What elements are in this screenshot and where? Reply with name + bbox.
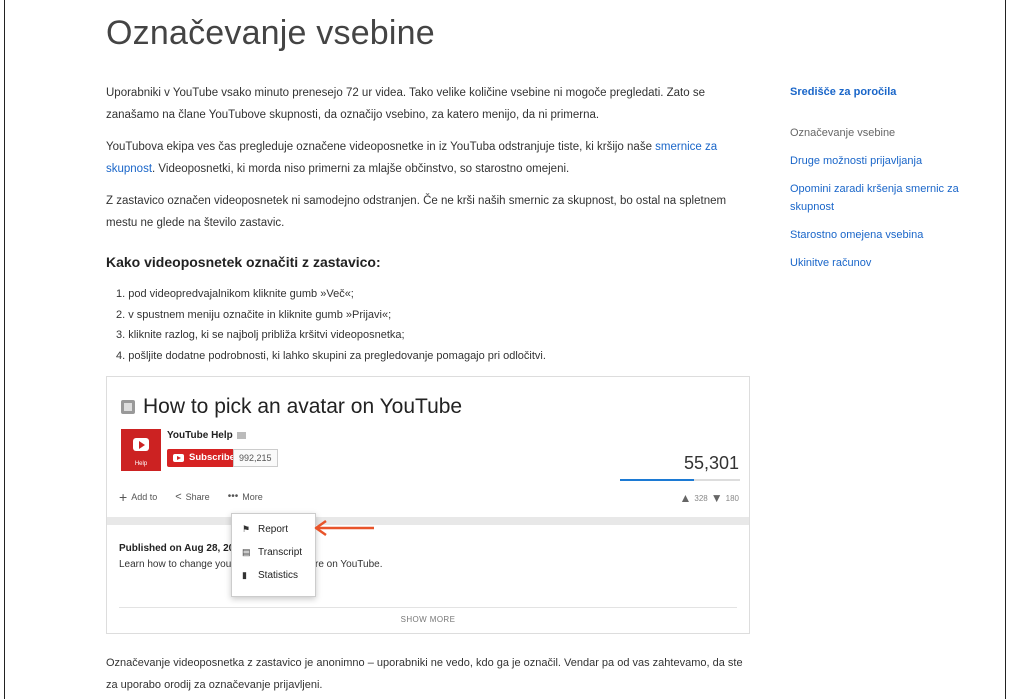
- main-content: Uporabniki v YouTube vsako minuto prenes…: [106, 82, 751, 366]
- section-divider: [107, 517, 749, 525]
- intro-paragraph-3: Z zastavico označen videoposnetek ni sam…: [106, 195, 727, 229]
- published-date: Published on Aug 28, 20: [119, 543, 235, 554]
- views-bar: [620, 479, 740, 481]
- more-dropdown-menu: ⚑ Report ▤ Transcript ▮ Statistics: [231, 513, 316, 597]
- add-to-button[interactable]: + Add to: [119, 489, 158, 505]
- sidebar-heading-reporting-center[interactable]: Središče za poročila: [790, 86, 990, 98]
- sidebar-item-strikes[interactable]: Opomini zaradi kršenja smernic za skupno…: [790, 180, 990, 216]
- intro-p2-text-after: . Videoposnetki, ki morda niso primerni …: [152, 163, 570, 175]
- sidebar-item-other-reporting[interactable]: Druge možnosti prijavljanja: [790, 152, 990, 170]
- sidebar-nav: Središče za poročila Označevanje vsebine…: [790, 86, 990, 282]
- channel-name-text: YouTube Help: [167, 430, 233, 441]
- share-icon: <: [175, 491, 182, 503]
- howto-step: 3. kliknite razlog, ki se najbolj pribli…: [116, 329, 405, 341]
- flag-icon: ⚑: [242, 524, 251, 534]
- ellipsis-icon: •••: [227, 491, 239, 502]
- dislike-count: 180: [725, 493, 739, 503]
- subscriber-count: 992,215: [233, 449, 278, 467]
- like-dislike: ▲ 328 ▼ 180: [677, 491, 740, 505]
- more-label: More: [242, 492, 263, 502]
- howto-step: 2. v spustnem meniju označite in kliknit…: [116, 308, 392, 321]
- transcript-icon: ▤: [242, 547, 251, 557]
- page-title: Označevanje vsebine: [106, 14, 435, 52]
- thumbs-up-icon[interactable]: ▲: [680, 491, 692, 505]
- howto-step: 1. pod videopredvajalnikom kliknite gumb…: [116, 288, 354, 300]
- intro-p2-text-before: YouTubova ekipa ves čas pregleduje označ…: [106, 141, 656, 153]
- menu-item-transcript[interactable]: ▤ Transcript: [242, 547, 302, 558]
- playlist-icon: [121, 400, 135, 414]
- youtube-play-icon: [133, 438, 149, 451]
- view-count: 55,301: [683, 453, 739, 473]
- youtube-logo-icon: [173, 454, 184, 462]
- channel-avatar[interactable]: Help: [121, 429, 161, 471]
- video-actions: + Add to < Share ••• More: [119, 489, 281, 505]
- description-end: re on YouTube.: [315, 559, 383, 570]
- menu-item-report[interactable]: ⚑ Report: [242, 524, 288, 535]
- channel-avatar-label: Help: [134, 461, 148, 467]
- sidebar-item-age-restricted[interactable]: Starostno omejena vsebina: [790, 226, 990, 244]
- share-button[interactable]: < Share: [175, 491, 210, 503]
- footer-paragraph: Označevanje videoposnetka z zastavico je…: [106, 657, 743, 691]
- intro-paragraph-1: Uporabniki v YouTube vsako minuto prenes…: [106, 87, 705, 121]
- add-to-label: Add to: [131, 492, 158, 502]
- menu-item-transcript-label: Transcript: [258, 547, 303, 558]
- sidebar-item-current: Označevanje vsebine: [790, 127, 896, 139]
- show-more-button[interactable]: SHOW MORE: [107, 615, 749, 624]
- menu-item-statistics-label: Statistics: [258, 570, 299, 581]
- thumbs-down-icon[interactable]: ▼: [711, 491, 723, 505]
- howto-steps: 1. pod videopredvajalnikom kliknite gumb…: [106, 284, 751, 366]
- statistics-icon: ▮: [242, 570, 247, 580]
- youtube-watch-page-screenshot: How to pick an avatar on YouTube Help Yo…: [106, 376, 750, 634]
- show-more-divider: [119, 607, 737, 608]
- pointer-arrow-icon: [314, 519, 374, 537]
- howto-heading: Kako videoposnetek označiti z zastavico:: [106, 254, 381, 270]
- subscribe-button[interactable]: Subscribe: [167, 449, 242, 467]
- video-title: How to pick an avatar on YouTube: [121, 395, 462, 419]
- views-bar-fill: [620, 479, 695, 481]
- verified-badge-icon: [236, 431, 246, 439]
- sidebar-item-account-terminations[interactable]: Ukinitve računov: [790, 254, 990, 272]
- like-count: 328: [694, 493, 708, 503]
- subscribe-label: Subscribe: [189, 452, 235, 463]
- howto-step: 4. pošljite dodatne podrobnosti, ki lahk…: [116, 349, 546, 362]
- video-title-text: How to pick an avatar on YouTube: [143, 395, 463, 418]
- menu-item-statistics[interactable]: ▮ Statistics: [242, 570, 298, 581]
- plus-icon: +: [119, 489, 128, 505]
- channel-name[interactable]: YouTube Help: [167, 430, 246, 441]
- menu-item-report-label: Report: [258, 524, 289, 535]
- more-button[interactable]: ••• More: [227, 491, 263, 503]
- share-label: Share: [185, 492, 210, 502]
- intro-paragraph-2: YouTubova ekipa ves čas pregleduje označ…: [106, 136, 751, 180]
- description-start: Learn how to change your: [119, 559, 235, 570]
